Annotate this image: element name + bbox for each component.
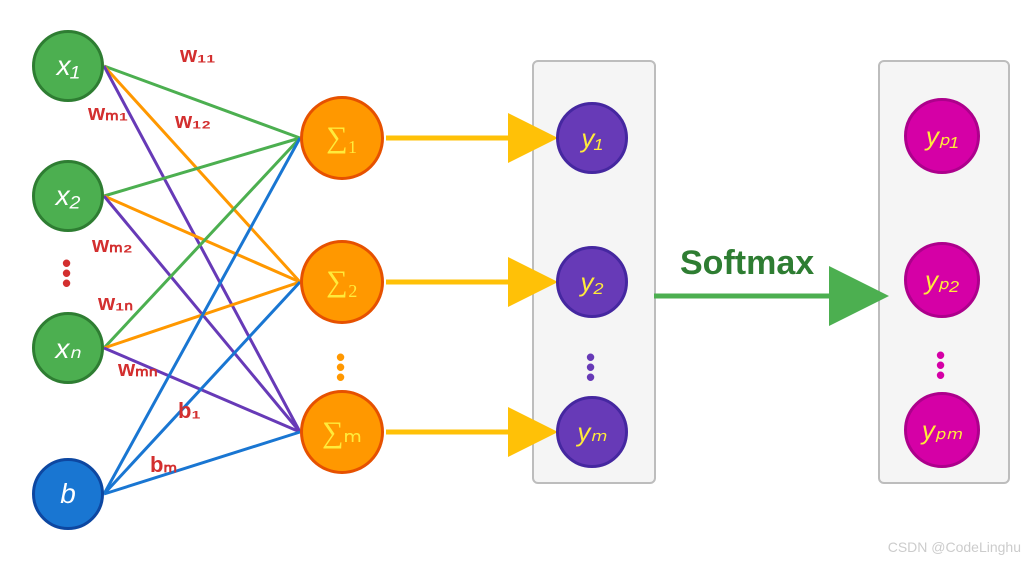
y-m: yₘ: [556, 396, 628, 468]
sum-1: ∑₁: [300, 96, 384, 180]
w1n-label: w₁ₙ: [98, 290, 133, 316]
sum-m: ∑ₘ: [300, 390, 384, 474]
bm-label: bₘ: [150, 452, 177, 478]
sum-2: ∑₂: [300, 240, 384, 324]
input-xn-label: xₙ: [55, 332, 80, 365]
sum-2-label: ∑₂: [326, 265, 358, 299]
y-1-label: y₁: [581, 123, 602, 154]
y-vdots: •••: [586, 352, 595, 382]
y-2: y₂: [556, 246, 628, 318]
bias-b: b: [32, 458, 104, 530]
b1-label: b₁: [178, 398, 201, 424]
wm1-label: wₘ₁: [88, 100, 128, 126]
watermark: CSDN @CodeLinghu: [888, 539, 1021, 555]
sum-vdots: •••: [336, 352, 345, 382]
input-x2-label: x₂: [56, 180, 81, 212]
input-vdots: •••: [62, 258, 71, 288]
yp-1-label: yₚ₁: [926, 121, 958, 152]
w11-label: w₁₁: [180, 42, 215, 68]
yp-2-label: yₚ₂: [925, 265, 959, 296]
input-x1: x₁: [32, 30, 104, 102]
w12-label: w₁₂: [175, 108, 211, 134]
input-xn: xₙ: [32, 312, 104, 384]
y-2-label: y₂: [581, 267, 604, 298]
softmax-label: Softmax: [680, 244, 814, 283]
yp-vdots: •••: [936, 350, 945, 380]
yp-m-label: yₚₘ: [922, 415, 962, 446]
yp-1: yₚ₁: [904, 98, 980, 174]
bias-b-label: b: [60, 478, 76, 510]
sum-m-label: ∑ₘ: [322, 415, 362, 450]
wmn-label: wₘₙ: [118, 356, 158, 382]
y-1: y₁: [556, 102, 628, 174]
yp-2: yₚ₂: [904, 242, 980, 318]
yp-m: yₚₘ: [904, 392, 980, 468]
input-x2: x₂: [32, 160, 104, 232]
input-x1-label: x₁: [57, 50, 80, 82]
y-m-label: yₘ: [577, 417, 606, 448]
wm2-label: wₘ₂: [92, 232, 133, 258]
sum-1-label: ∑₁: [326, 121, 358, 155]
